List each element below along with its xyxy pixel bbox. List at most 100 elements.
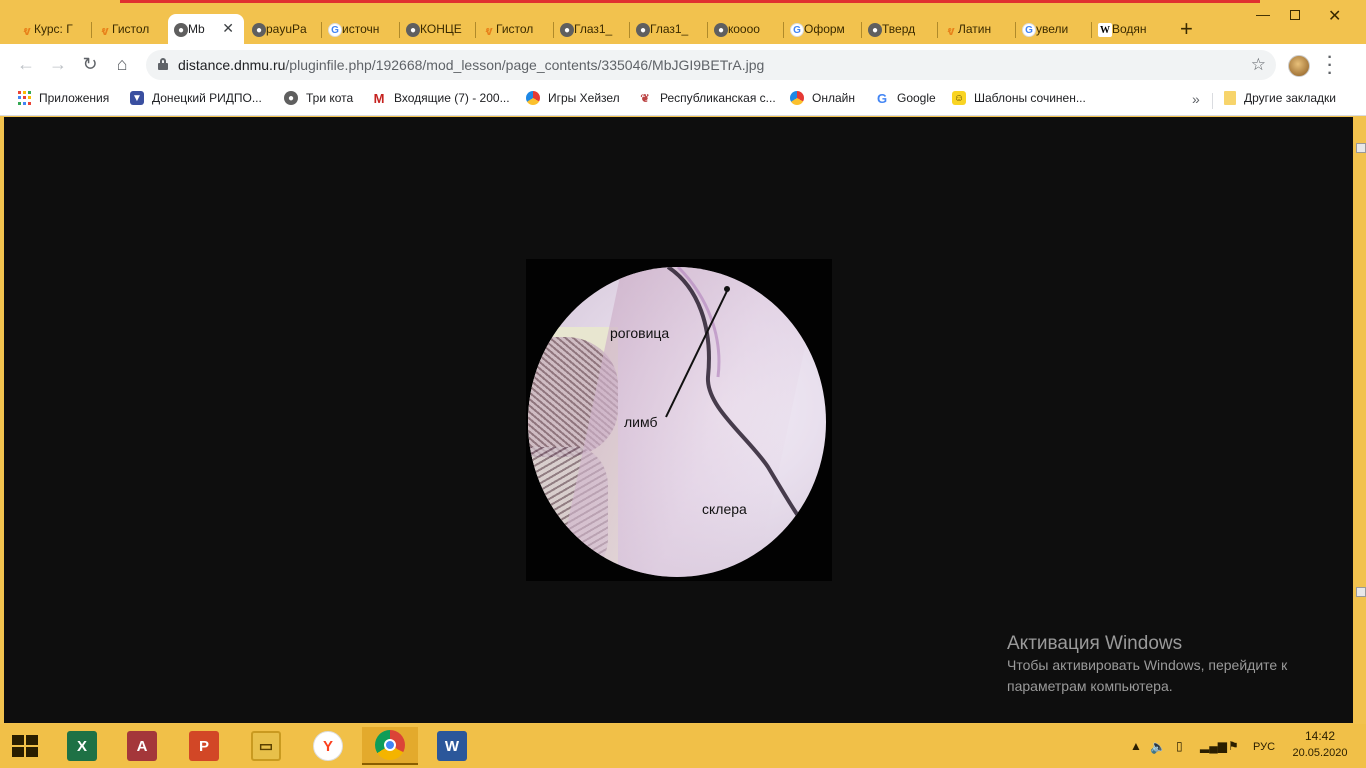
- loading-bar: [120, 0, 1260, 3]
- bookmark-item[interactable]: ● Три кота: [284, 91, 353, 105]
- games-icon: [526, 91, 540, 105]
- globe-icon: ●: [406, 23, 420, 37]
- moodle-icon: ⱴ: [101, 22, 109, 38]
- activation-text: параметрам компьютера.: [1007, 678, 1173, 694]
- profile-avatar[interactable]: [1288, 55, 1310, 77]
- other-bookmarks[interactable]: Другие закладки: [1224, 91, 1336, 105]
- bookmark-label: Три кота: [306, 91, 354, 105]
- access-icon: A: [127, 731, 157, 761]
- globe-icon: ●: [714, 23, 728, 37]
- bookmark-label: Республиканская с...: [660, 91, 776, 105]
- close-window-button[interactable]: ✕: [1328, 6, 1341, 26]
- tab[interactable]: ⱴ Гистол: [476, 14, 554, 44]
- bookmark-label: Донецкий РИДПО...: [152, 91, 262, 105]
- globe-icon: ●: [868, 23, 882, 37]
- tab[interactable]: ⱴ Курс: Г: [14, 14, 92, 44]
- edge-handle: [1356, 143, 1366, 153]
- new-tab-button[interactable]: +: [1180, 18, 1193, 40]
- tab-label: Курс: Г: [34, 22, 73, 36]
- window-edge: [1353, 117, 1366, 723]
- tab[interactable]: ● кoooo: [708, 14, 784, 44]
- moodle-icon: ⱴ: [947, 22, 955, 38]
- taskbar-powerpoint[interactable]: P: [176, 727, 232, 765]
- taskbar-yandex[interactable]: Y: [300, 727, 356, 765]
- tab-label: Глаз1_: [650, 22, 689, 36]
- pointer-overlay: [665, 267, 808, 529]
- divider: [1212, 93, 1213, 109]
- bookmark-label: Входящие (7) - 200...: [394, 91, 510, 105]
- maximize-button[interactable]: [1290, 10, 1300, 20]
- tab[interactable]: G увели: [1016, 14, 1092, 44]
- folder-icon: [1224, 91, 1236, 105]
- moodle-icon: ⱴ: [23, 22, 31, 38]
- tab-label: payuPa: [266, 22, 307, 36]
- bookmark-item[interactable]: ❦ Республиканская с...: [638, 91, 776, 105]
- clock[interactable]: 14:42 20.05.2020: [1290, 729, 1350, 759]
- tab[interactable]: ⱴ Гистол: [92, 14, 168, 44]
- windows-start-icon[interactable]: [12, 735, 38, 757]
- bookmark-item[interactable]: Онлайн: [790, 91, 855, 105]
- taskbar-excel[interactable]: X: [54, 727, 110, 765]
- bookmark-label: Онлайн: [812, 91, 855, 105]
- tab[interactable]: ● КОНЦЕ: [400, 14, 476, 44]
- bookmark-star-icon[interactable]: ☆: [1251, 55, 1266, 75]
- tab[interactable]: G источн: [322, 14, 400, 44]
- bookmark-item[interactable]: ▼ Донецкий РИДПО...: [130, 91, 262, 105]
- tab-label: Гистол: [112, 22, 150, 36]
- url-path: /pluginfile.php/192668/mod_lesson/page_c…: [285, 57, 765, 73]
- minimize-button[interactable]: —: [1256, 6, 1270, 22]
- taskbar-explorer[interactable]: ▭: [238, 727, 294, 765]
- forward-button[interactable]: →: [48, 54, 68, 74]
- taskbar: X A P ▭ Y W ▲ 🔈 ▯ ▂▄▆ ⚑ РУС 14:42 20.05.…: [0, 724, 1366, 768]
- tab[interactable]: ● Глаз1_: [630, 14, 708, 44]
- tab[interactable]: G Оформ: [784, 14, 862, 44]
- clock-time: 14:42: [1304, 729, 1336, 743]
- tab[interactable]: ⱴ Латин: [938, 14, 1016, 44]
- bookmark-apps[interactable]: Приложения: [18, 91, 109, 105]
- battery-icon[interactable]: ▯: [1176, 739, 1183, 753]
- tab[interactable]: ● Глаз1_: [554, 14, 630, 44]
- taskbar-access[interactable]: A: [114, 727, 170, 765]
- label-sclera: склера: [702, 501, 747, 517]
- close-tab-icon[interactable]: ✕: [222, 20, 234, 37]
- bookmark-item[interactable]: M Входящие (7) - 200...: [372, 91, 510, 106]
- bookmark-item[interactable]: Игры Хейзел: [526, 91, 620, 105]
- notification-flag-icon[interactable]: ⚑: [1228, 739, 1239, 753]
- tab-label: кoooo: [728, 22, 760, 36]
- taskbar-word[interactable]: W: [424, 727, 480, 765]
- menu-icon[interactable]: · · ·: [1324, 50, 1336, 82]
- more-bookmarks-chevron-icon[interactable]: »: [1192, 91, 1200, 107]
- wikipedia-icon: W: [1098, 23, 1112, 37]
- activation-title: Активация Windows: [1007, 633, 1183, 654]
- tab[interactable]: W Водян: [1092, 14, 1168, 44]
- tab-label: Водян: [1112, 22, 1147, 36]
- smiley-icon: ☺: [952, 91, 966, 105]
- browser-window: ⱴ Курс: Г ⱴ Гистол ● Mb ✕ ● payuPa G ист…: [0, 0, 1366, 724]
- globe-icon: ●: [560, 23, 574, 37]
- excel-icon: X: [67, 731, 97, 761]
- tab[interactable]: ● Тверд: [862, 14, 938, 44]
- taskbar-chrome[interactable]: [362, 727, 418, 765]
- tab-label: Латин: [958, 22, 992, 36]
- bookmark-label: Google: [897, 91, 936, 105]
- clock-date: 20.05.2020: [1292, 747, 1348, 759]
- back-button[interactable]: ←: [16, 54, 36, 74]
- globe-icon: ●: [636, 23, 650, 37]
- home-button[interactable]: ⌂: [112, 54, 132, 74]
- url-text[interactable]: distance.dnmu.ru/pluginfile.php/192668/m…: [178, 57, 764, 73]
- powerpoint-icon: P: [189, 731, 219, 761]
- micrograph-image[interactable]: роговица лимб склера: [526, 259, 832, 581]
- language-indicator[interactable]: РУС: [1253, 741, 1275, 753]
- tab-active[interactable]: ● Mb ✕: [168, 14, 244, 44]
- volume-icon[interactable]: 🔈: [1150, 739, 1166, 755]
- bookmark-item[interactable]: G Google: [875, 91, 936, 106]
- label-cornea: роговица: [610, 325, 670, 341]
- lock-icon: [158, 58, 168, 70]
- address-bar[interactable]: distance.dnmu.ru/pluginfile.php/192668/m…: [146, 50, 1276, 80]
- bookmark-item[interactable]: ☺ Шаблоны сочинен...: [952, 91, 1086, 105]
- show-hidden-icons[interactable]: ▲: [1130, 739, 1142, 753]
- tab[interactable]: ● payuPa: [246, 14, 322, 44]
- tab-label: Тверд: [882, 22, 916, 36]
- reload-button[interactable]: ↻: [80, 54, 100, 74]
- network-icon[interactable]: ▂▄▆: [1200, 739, 1227, 753]
